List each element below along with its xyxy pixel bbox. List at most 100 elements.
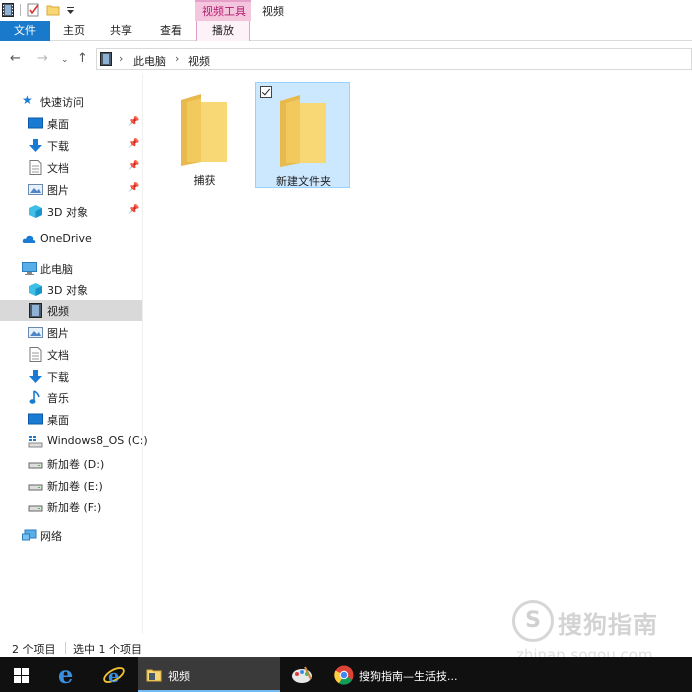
star-icon: ★ <box>22 93 33 107</box>
paint-palette-icon <box>292 666 312 683</box>
folder-item[interactable]: 捕获 <box>157 82 252 188</box>
sidebar-item-label: 此电脑 <box>40 263 73 276</box>
download-arrow-icon <box>29 370 42 383</box>
breadcrumb-separator-icon[interactable]: › <box>175 52 179 65</box>
video-folder-icon <box>100 52 112 66</box>
sidebar-item-downloads[interactable]: 下载 📌 <box>0 135 142 156</box>
sidebar-item-onedrive[interactable]: OneDrive <box>0 229 142 250</box>
taskbar: e e 视频 搜狗指南—生活技... <box>0 657 692 692</box>
folder-icon <box>146 669 162 682</box>
desktop-icon <box>28 413 43 425</box>
sidebar-item-drive-f[interactable]: 新加卷 (F:) <box>0 496 142 517</box>
folder-name: 捕获 <box>193 174 216 187</box>
sidebar-item-3d-objects[interactable]: 3D 对象 📌 <box>0 201 142 222</box>
tab-share[interactable]: 共享 <box>102 21 140 41</box>
window-title: 视频 <box>262 5 284 18</box>
sidebar-item-label: 下载 <box>47 371 69 384</box>
folder-icon <box>181 94 227 166</box>
status-divider <box>65 642 66 654</box>
sidebar-item-this-pc[interactable]: 此电脑 <box>0 258 142 279</box>
computer-icon <box>22 262 37 275</box>
sidebar-item-drive-c[interactable]: Windows8_OS (C:) <box>0 431 148 452</box>
sidebar-item-documents[interactable]: 文档 <box>0 344 142 365</box>
sidebar-item-pictures[interactable]: 图片 <box>0 322 142 343</box>
logo-letter: S <box>525 608 541 633</box>
taskbar-explorer-window[interactable]: 视频 <box>138 657 280 692</box>
sidebar-item-label: 新加卷 (F:) <box>47 501 102 514</box>
sidebar-item-downloads[interactable]: 下载 <box>0 366 142 387</box>
file-view: 捕获 新建文件夹 <box>143 74 692 634</box>
breadcrumb-this-pc[interactable]: 此电脑 <box>133 53 166 69</box>
sidebar-item-network[interactable]: 网络 <box>0 525 142 546</box>
sidebar-item-videos[interactable]: 视频 <box>0 300 142 321</box>
document-icon <box>29 160 42 175</box>
sidebar-item-label: 音乐 <box>47 392 69 405</box>
navigation-pane: ★ 快速访问 桌面 📌 下载 📌 文档 📌 图片 📌 3D 对象 📌 OneDr… <box>0 88 148 638</box>
sidebar-item-music[interactable]: 音乐 <box>0 387 142 408</box>
video-folder-icon <box>2 3 14 17</box>
sidebar-item-label: 新加卷 (D:) <box>47 458 105 471</box>
taskbar-paint-app[interactable] <box>282 657 322 692</box>
back-arrow-icon[interactable]: ← <box>10 52 21 65</box>
edge-icon: e <box>58 660 74 689</box>
sogou-logo-icon: S <box>512 600 554 642</box>
sidebar-item-label: Windows8_OS (C:) <box>47 434 148 447</box>
sidebar-item-label: 快速访问 <box>40 96 84 109</box>
sidebar-item-documents[interactable]: 文档 📌 <box>0 157 142 178</box>
taskbar-explorer-label: 视频 <box>168 670 190 683</box>
edge-button[interactable]: e <box>46 657 90 692</box>
folder-item-selected[interactable]: 新建文件夹 <box>255 82 350 188</box>
sidebar-item-desktop[interactable]: 桌面 📌 <box>0 113 142 134</box>
chrome-icon <box>334 665 354 685</box>
sidebar-item-label: 视频 <box>47 305 69 318</box>
pictures-icon <box>28 184 43 195</box>
sidebar-item-label: 3D 对象 <box>47 206 88 219</box>
sidebar-item-label: 文档 <box>47 349 69 362</box>
new-folder-icon[interactable] <box>46 4 60 16</box>
recent-locations-chevron-icon[interactable]: ⌄ <box>61 54 69 67</box>
title-bar: 视频工具 视频 <box>0 0 692 21</box>
taskbar-chrome-window[interactable]: 搜狗指南—生活技... <box>326 657 466 692</box>
sidebar-item-desktop[interactable]: 桌面 <box>0 409 142 430</box>
toolbar-divider <box>20 4 21 16</box>
cloud-icon <box>22 235 36 243</box>
cube-icon <box>29 283 42 296</box>
sidebar-item-label: 3D 对象 <box>47 284 88 297</box>
tab-home[interactable]: 主页 <box>57 21 91 41</box>
forward-arrow-icon[interactable]: → <box>37 52 48 65</box>
cube-icon <box>29 205 42 218</box>
select-checkbox[interactable] <box>260 86 272 98</box>
properties-icon[interactable] <box>27 3 40 17</box>
sidebar-item-label: 桌面 <box>47 118 69 131</box>
up-arrow-icon[interactable]: ↑ <box>77 52 88 65</box>
pin-icon[interactable]: 📌 <box>128 183 139 193</box>
breadcrumb-videos[interactable]: 视频 <box>188 53 210 69</box>
address-bar[interactable]: › 此电脑 › 视频 <box>96 48 692 70</box>
selection-count: 选中 1 个项目 <box>73 643 142 656</box>
desktop-icon <box>28 117 43 129</box>
tab-play[interactable]: 播放 <box>196 21 250 41</box>
breadcrumb-separator-icon[interactable]: › <box>119 52 123 65</box>
sidebar-item-3d-objects[interactable]: 3D 对象 <box>0 279 142 300</box>
sidebar-item-drive-d[interactable]: 新加卷 (D:) <box>0 453 142 474</box>
pin-icon[interactable]: 📌 <box>128 161 139 171</box>
tab-view[interactable]: 查看 <box>151 21 191 41</box>
internet-explorer-button[interactable]: e <box>92 657 136 692</box>
sidebar-item-quick-access[interactable]: ★ 快速访问 <box>0 91 142 112</box>
start-button[interactable] <box>0 657 44 692</box>
sidebar-item-pictures[interactable]: 图片 📌 <box>0 179 142 200</box>
pin-icon[interactable]: 📌 <box>128 139 139 149</box>
internet-explorer-icon: e <box>103 666 125 687</box>
pin-icon[interactable]: 📌 <box>128 117 139 127</box>
sidebar-item-label: 文档 <box>47 162 69 175</box>
sidebar-item-label: 下载 <box>47 140 69 153</box>
sidebar-item-drive-e[interactable]: 新加卷 (E:) <box>0 475 142 496</box>
document-icon <box>29 347 42 362</box>
pictures-icon <box>28 327 43 338</box>
customize-toolbar-icon[interactable] <box>66 5 75 15</box>
drive-icon <box>28 505 43 512</box>
pin-icon[interactable]: 📌 <box>128 205 139 215</box>
navigation-row: ← → ⌄ ↑ › 此电脑 › 视频 <box>0 44 692 74</box>
tab-file[interactable]: 文件 <box>0 21 50 41</box>
quick-access-toolbar <box>2 3 75 17</box>
